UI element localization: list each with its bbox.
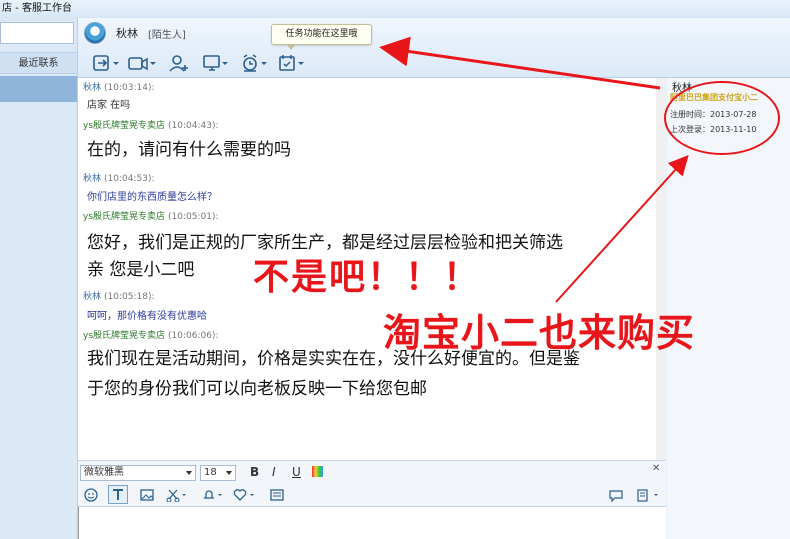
arrow-to-tooltip — [379, 36, 661, 90]
arrow-to-profile — [555, 155, 689, 303]
annotation-arrows — [379, 36, 689, 303]
